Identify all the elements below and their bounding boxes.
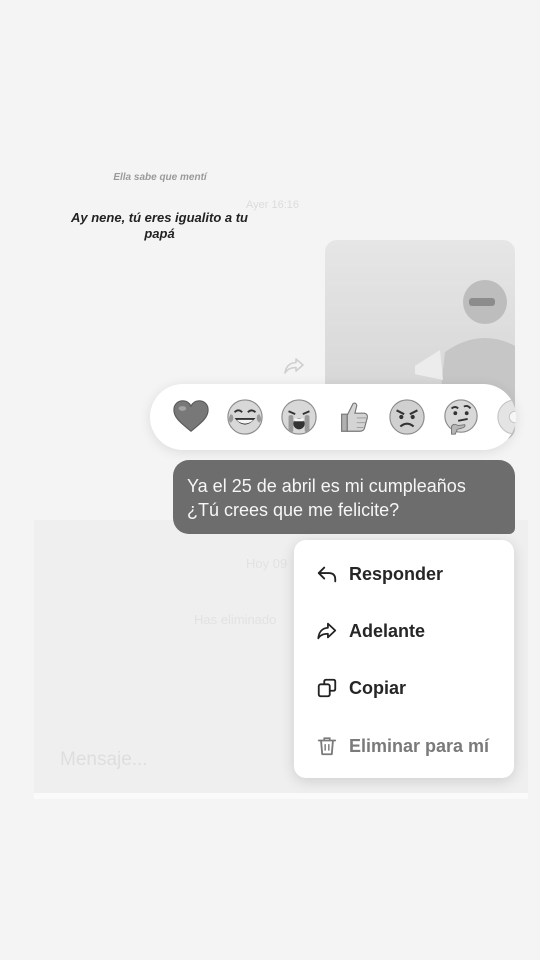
menu-item-label: Eliminar para mí — [349, 735, 490, 756]
selected-message-bubble[interactable]: Ya el 25 de abril es mi cumpleaños ¿Tú c… — [173, 460, 515, 534]
trash-icon — [317, 737, 337, 756]
story-caption-main: Ay nene, tú eres igualito a tu papá — [71, 210, 248, 241]
menu-item-forward[interactable]: Adelante — [294, 609, 514, 653]
menu-item-label: Adelante — [349, 620, 426, 641]
more-emoji-icon[interactable] — [496, 398, 516, 436]
thumbs-up-emoji-icon[interactable] — [334, 398, 372, 436]
tears-of-joy-emoji-icon[interactable] — [226, 398, 264, 436]
date-divider: Hoy 09 — [246, 556, 288, 571]
menu-item-label: Responder — [349, 563, 444, 584]
menu-item-reply[interactable]: Responder — [294, 552, 514, 596]
message-line-1: Ya el 25 de abril es mi cumpleaños — [187, 476, 466, 496]
copy-icon — [317, 678, 337, 698]
menu-item-copy[interactable]: Copiar — [294, 666, 514, 710]
message-composer — [40, 740, 310, 780]
message-line-2: ¿Tú crees que me felicite? — [187, 500, 400, 520]
forward-icon — [317, 622, 337, 640]
menu-item-delete-for-me[interactable]: Eliminar para mí — [294, 724, 514, 768]
menu-item-label: Copiar — [349, 677, 407, 698]
reply-icon — [317, 566, 337, 583]
story-caption-small: Ella sabe que mentí — [113, 172, 207, 183]
heart-emoji-icon[interactable] — [172, 398, 210, 436]
angry-face-emoji-icon[interactable] — [388, 398, 426, 436]
chat-bottom-edge — [34, 793, 528, 799]
reaction-bar — [150, 384, 516, 450]
loudly-crying-emoji-icon[interactable] — [280, 398, 318, 436]
thinking-face-emoji-icon[interactable] — [442, 398, 480, 436]
forward-message-icon[interactable] — [282, 354, 306, 378]
message-input[interactable] — [40, 740, 310, 780]
removed-message-notice: Has eliminado — [194, 612, 277, 627]
message-context-menu: Responder Adelante Copiar Eliminar para … — [294, 540, 514, 778]
